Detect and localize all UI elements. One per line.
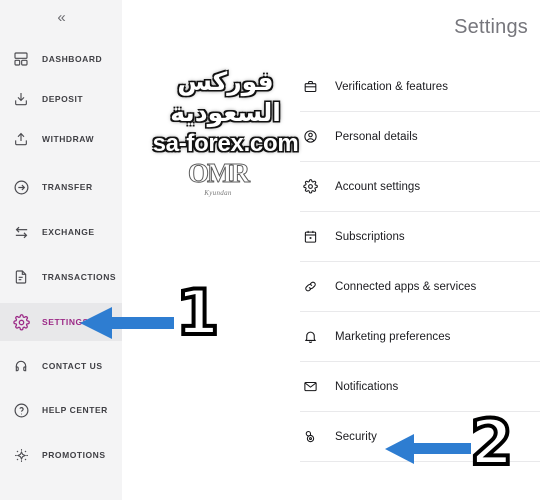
withdraw-icon <box>11 129 31 149</box>
sidebar-item-exchange[interactable]: EXCHANGE <box>0 213 122 251</box>
link-icon <box>300 277 320 297</box>
sidebar-item-transfer[interactable]: TRANSFER <box>0 168 122 206</box>
transactions-icon <box>11 267 31 287</box>
content-area: Settings Verification & features Persona… <box>122 0 550 500</box>
user-circle-icon <box>300 127 320 147</box>
settings-item-verification-features[interactable]: Verification & features <box>300 62 540 112</box>
settings-item-label: Connected apps & services <box>335 280 477 293</box>
sidebar-item-dashboard[interactable]: DASHBOARD <box>0 40 122 78</box>
deposit-icon <box>11 89 31 109</box>
sidebar-item-label: PROMOTIONS <box>42 450 106 460</box>
exchange-icon <box>11 222 31 242</box>
sidebar-collapse-button[interactable]: « <box>0 0 122 34</box>
sidebar-item-label: WITHDRAW <box>42 134 95 144</box>
page-title: Settings <box>454 16 528 38</box>
settings-menu-list: Verification & features Personal details <box>300 62 540 462</box>
settings-item-personal-details[interactable]: Personal details <box>300 112 540 162</box>
sidebar-item-help-center[interactable]: HELP CENTER <box>0 391 122 429</box>
sidebar-item-label: SETTINGS <box>42 317 89 327</box>
settings-item-label: Security <box>335 430 377 443</box>
settings-item-label: Account settings <box>335 180 421 193</box>
sidebar-item-withdraw[interactable]: WITHDRAW <box>0 120 122 158</box>
sidebar-item-promotions[interactable]: PROMOTIONS <box>0 436 122 474</box>
sidebar-item-settings[interactable]: SETTINGS <box>0 303 122 341</box>
settings-item-label: Subscriptions <box>335 230 405 243</box>
lock-icon <box>300 427 320 447</box>
sidebar-item-transactions[interactable]: TRANSACTIONS <box>0 258 122 296</box>
gear-icon <box>300 177 320 197</box>
settings-item-label: Verification & features <box>335 80 449 93</box>
sidebar-item-label: DEPOSIT <box>42 94 84 104</box>
settings-item-subscriptions[interactable]: Subscriptions <box>300 212 540 262</box>
headset-icon <box>11 356 31 376</box>
sidebar-item-label: EXCHANGE <box>42 227 95 237</box>
settings-item-marketing-preferences[interactable]: Marketing preferences <box>300 312 540 362</box>
sidebar-item-contact-us[interactable]: CONTACT US <box>0 347 122 385</box>
settings-item-label: Notifications <box>335 380 399 393</box>
sidebar: « DASHBOARD DEPOSIT WITHDRAW TRANSFER EX… <box>0 0 122 500</box>
bell-icon <box>300 327 320 347</box>
settings-screen: « DASHBOARD DEPOSIT WITHDRAW TRANSFER EX… <box>0 0 550 500</box>
question-icon <box>11 400 31 420</box>
envelope-icon <box>300 377 320 397</box>
sidebar-item-label: CONTACT US <box>42 361 103 371</box>
settings-item-account-settings[interactable]: Account settings <box>300 162 540 212</box>
sidebar-item-label: TRANSFER <box>42 182 93 192</box>
settings-item-connected-apps-services[interactable]: Connected apps & services <box>300 262 540 312</box>
settings-item-security[interactable]: Security <box>300 412 540 462</box>
sparkle-icon <box>11 445 31 465</box>
chevron-double-left-icon: « <box>57 8 65 26</box>
gear-icon <box>11 312 31 332</box>
sidebar-item-label: HELP CENTER <box>42 405 108 415</box>
settings-item-label: Personal details <box>335 130 418 143</box>
sidebar-item-label: TRANSACTIONS <box>42 272 117 282</box>
sidebar-item-label: DASHBOARD <box>42 54 103 64</box>
settings-item-notifications[interactable]: Notifications <box>300 362 540 412</box>
settings-item-label: Marketing preferences <box>335 330 451 343</box>
briefcase-icon <box>300 77 320 97</box>
transfer-icon <box>11 177 31 197</box>
calendar-icon <box>300 227 320 247</box>
dashboard-icon <box>11 49 31 69</box>
sidebar-item-deposit[interactable]: DEPOSIT <box>0 80 122 118</box>
